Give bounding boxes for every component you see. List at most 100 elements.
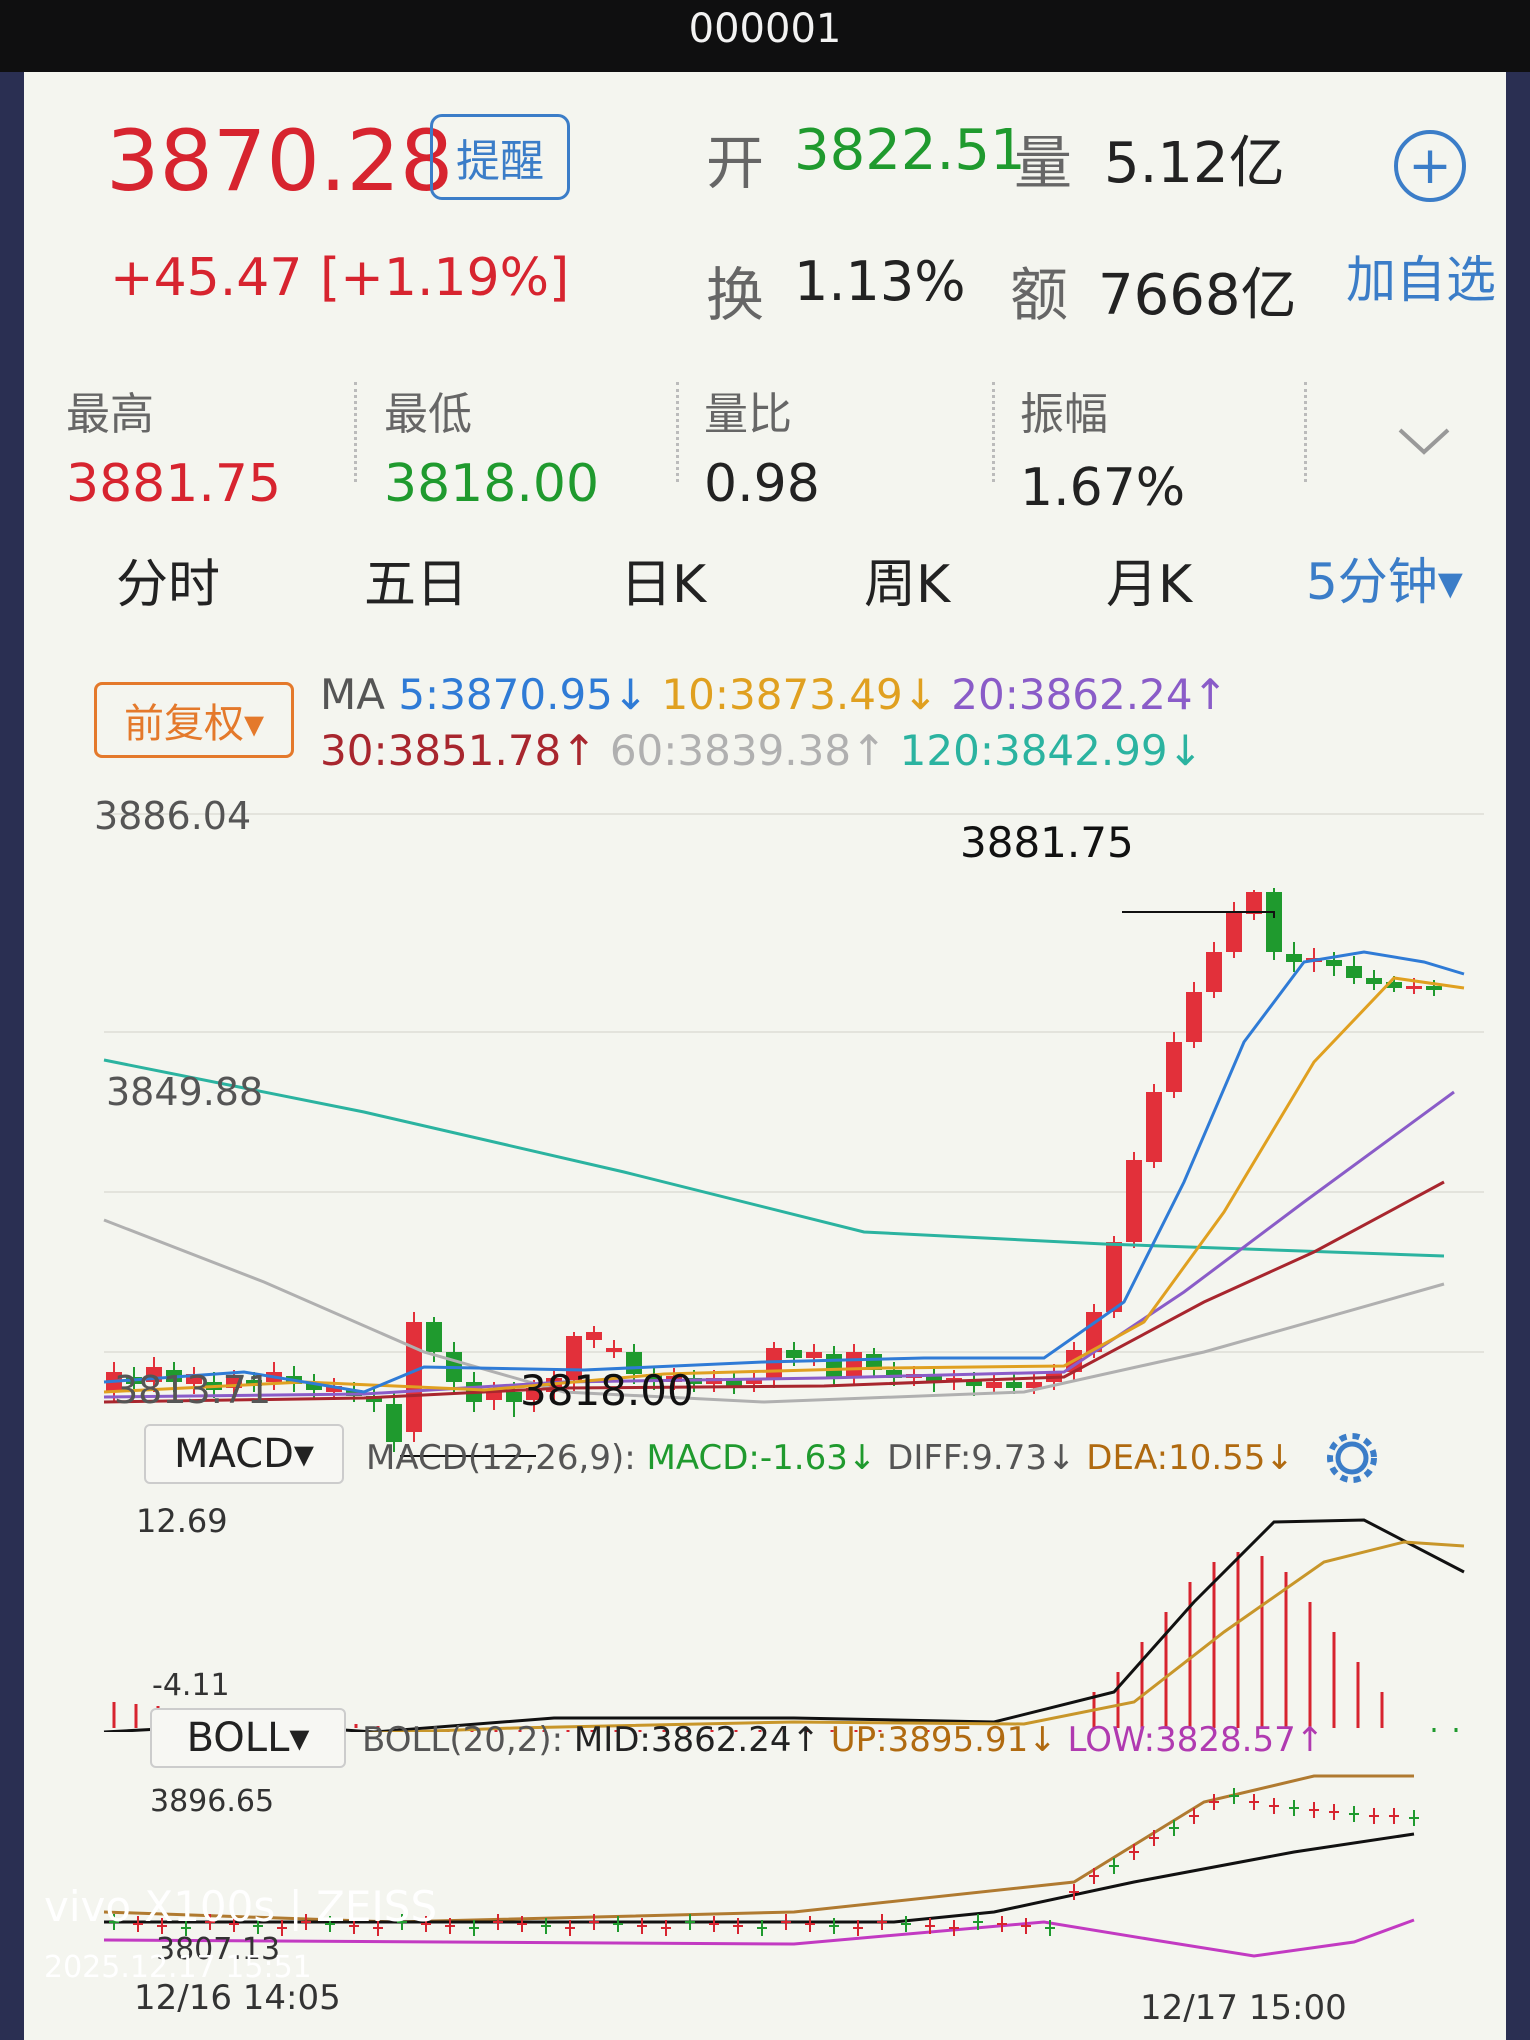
gear-icon[interactable]: [1322, 1428, 1382, 1488]
volume-value: 5.12亿: [1104, 131, 1285, 196]
tab-five-day[interactable]: 五日: [364, 542, 468, 617]
candle-body: [406, 1322, 422, 1432]
ma120-line: [103, 1058, 1445, 1258]
candle-body: [826, 1354, 842, 1378]
stat-volratio-label: 量比: [704, 389, 792, 440]
ma-legend-row2: 30:3851.78↑ 60:3839.38↑ 120:3842.99↓: [320, 726, 1203, 775]
candles: [106, 888, 1442, 1452]
stat-high-label: 最高: [66, 389, 154, 440]
candle-body: [1266, 892, 1282, 952]
y-axis-bot: 3813.71: [114, 1368, 272, 1412]
stat-low-value: 3818.00: [384, 454, 600, 514]
candle-body: [426, 1322, 442, 1352]
macd-chart: [103, 1518, 1465, 1732]
macd-bars: [112, 1552, 1458, 1732]
candle-body: [1166, 1042, 1182, 1092]
divider: [354, 382, 357, 482]
divider: [992, 382, 995, 482]
candle-body: [1326, 960, 1342, 966]
macd-dropdown[interactable]: MACD▾: [144, 1424, 344, 1484]
ma120-value: 120:3842.99↓: [899, 726, 1203, 775]
candle-body: [806, 1352, 822, 1358]
tab-intraday[interactable]: 分时: [116, 542, 220, 617]
candle-body: [1186, 992, 1202, 1042]
candle-body: [1246, 892, 1262, 914]
adjust-dropdown[interactable]: 前复权▾: [94, 682, 294, 758]
candle-body: [986, 1382, 1002, 1388]
amount-value: 7668亿: [1098, 263, 1297, 328]
ma5-line: [103, 950, 1465, 1394]
ma-legend-row1: MA 5:3870.95↓ 10:3873.49↓ 20:3862.24↑: [320, 670, 1228, 719]
open-label: 开: [706, 129, 765, 197]
diff-value: DIFF:9.73↓: [887, 1438, 1076, 1478]
candle-body: [1346, 966, 1362, 978]
candlestick-chart[interactable]: [64, 792, 1504, 1492]
candle-body: [1146, 1092, 1162, 1162]
candle-body: [1106, 1242, 1122, 1312]
candle-body: [1366, 978, 1382, 984]
dea-line: [362, 1540, 1465, 1732]
ma20-value: 20:3862.24↑: [951, 670, 1228, 719]
divider: [676, 382, 679, 482]
candle-body: [1006, 1382, 1022, 1388]
stat-amplitude-value: 1.67%: [1020, 458, 1186, 518]
boll-params: BOLL(20,2):: [362, 1720, 564, 1760]
volume-label: 量: [1014, 129, 1073, 197]
stock-detail-screen: 3870.28 提醒 +45.47 [+1.19%] 开 3822.51 量 5…: [24, 72, 1506, 2040]
turnover-label: 换: [706, 261, 765, 329]
low-marker-label: 3818.00: [520, 1366, 694, 1415]
candle-body: [846, 1352, 862, 1376]
ma30-value: 30:3851.78↑: [320, 726, 597, 775]
candle-body: [586, 1332, 602, 1340]
top-bar: 000001: [0, 0, 1530, 72]
add-watch-icon[interactable]: +: [1394, 130, 1466, 202]
candle-body: [606, 1348, 622, 1352]
ma10-value: 10:3873.49↓: [661, 670, 938, 719]
boll-chart: [103, 1774, 1419, 1958]
boll-up-value: UP:3895.91↓: [830, 1720, 1057, 1760]
ma-prefix: MA: [320, 670, 385, 719]
camera-watermark: vivo X100s | ZEISS: [44, 1882, 438, 1931]
candle-body: [1406, 986, 1422, 989]
chevron-down-icon[interactable]: [1394, 422, 1454, 462]
price-change: +45.47: [110, 248, 303, 308]
remind-button[interactable]: 提醒: [430, 114, 570, 200]
macd-legend: MACD(12,26,9): MACD:-1.63↓ DIFF:9.73↓ DE…: [366, 1438, 1294, 1478]
candle-body: [1426, 986, 1442, 990]
price-change-pct: [+1.19%]: [320, 248, 570, 308]
stat-volratio-value: 0.98: [704, 454, 820, 514]
ma60-value: 60:3839.38↑: [609, 726, 887, 775]
high-marker-line: [1122, 911, 1275, 918]
candle-body: [1286, 954, 1302, 962]
stat-low-label: 最低: [384, 389, 472, 440]
current-price: 3870.28: [106, 112, 454, 210]
tab-daily-k[interactable]: 日K: [620, 542, 706, 617]
turnover-value: 1.13%: [794, 250, 966, 313]
y-axis-top: 3886.04: [94, 794, 252, 838]
macd-y-bot: -4.11: [152, 1668, 230, 1703]
candle-body: [1126, 1160, 1142, 1242]
tab-5min[interactable]: 5分钟▾: [1306, 542, 1463, 614]
tab-weekly-k[interactable]: 周K: [864, 542, 950, 617]
boll-low-value: LOW:3828.57↑: [1067, 1720, 1325, 1760]
high-marker-label: 3881.75: [960, 818, 1134, 867]
macd-params: MACD(12,26,9):: [366, 1438, 636, 1478]
ma10-line: [103, 976, 1465, 1394]
boll-mid-value: MID:3862.24↑: [573, 1720, 820, 1760]
candle-body: [386, 1404, 402, 1442]
photo-datetime: 2025.12.17 15:51: [44, 1950, 312, 1985]
macd-value: MACD:-1.63↓: [646, 1438, 877, 1478]
candle-body: [1226, 912, 1242, 952]
dea-value: DEA:10.55↓: [1086, 1438, 1294, 1478]
boll-dropdown[interactable]: BOLL▾: [150, 1708, 346, 1768]
add-watch-button[interactable]: 加自选: [1346, 240, 1496, 312]
ma5-value: 5:3870.95↓: [398, 670, 649, 719]
tab-monthly-k[interactable]: 月K: [1106, 542, 1192, 617]
amount-label: 额: [1010, 261, 1069, 329]
stat-amplitude-label: 振幅: [1020, 389, 1108, 440]
candle-body: [1206, 952, 1222, 992]
candle-body: [786, 1350, 802, 1358]
stat-high-value: 3881.75: [66, 454, 282, 514]
boll-legend: BOLL(20,2): MID:3862.24↑ UP:3895.91↓ LOW…: [362, 1720, 1324, 1760]
y-axis-mid: 3849.88: [106, 1070, 264, 1114]
